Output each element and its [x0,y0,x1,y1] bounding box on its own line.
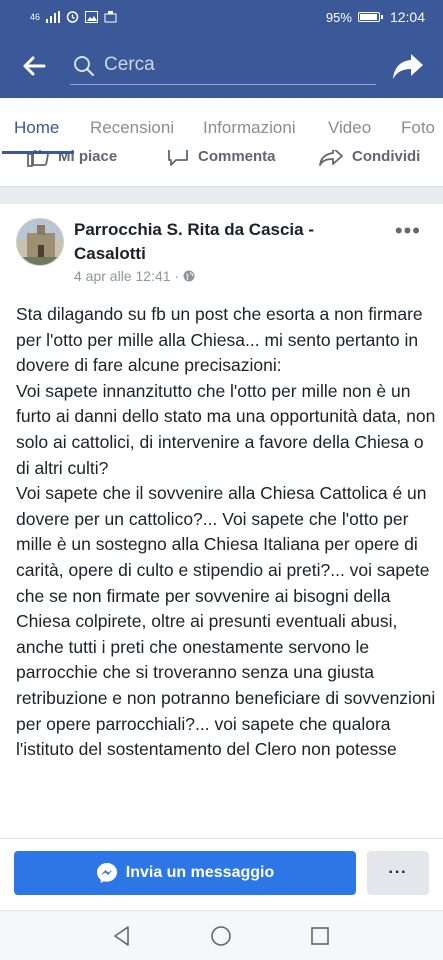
system-nav-bar [0,910,443,960]
messenger-icon [96,863,117,883]
post-date[interactable]: 4 apr alle 12:41 [74,268,171,284]
post-card: Parrocchia S. Rita da Cascia - Casalotti… [0,204,443,844]
usb-icon [104,10,117,22]
nav-home-icon[interactable] [209,924,233,948]
tab-info[interactable]: Informazioni [203,118,296,138]
page-tabs: Home Recensioni Informazioni Video Foto [0,98,443,154]
app-header: Cerca [0,34,443,98]
page-cta-bar: Invia un messaggio ··· [0,838,443,910]
search-input[interactable]: Cerca [104,54,155,76]
share-label: Condividi [352,150,421,165]
back-arrow-icon[interactable] [20,52,48,80]
more-options-button[interactable]: ··· [367,851,429,895]
battery-percent: 95% [325,9,352,25]
status-bar: 46 95% 12:04 [0,0,443,34]
comment-button[interactable]: Commenta [166,150,276,168]
post-options-icon[interactable]: ••• [395,218,421,244]
post-body: Sta dilagando su fb un post che esorta a… [16,304,436,760]
active-tab-indicator [2,151,74,154]
search-underline [70,84,376,85]
share-button[interactable]: Condividi [318,150,420,168]
facebook-page-screen: 46 95% 12:04 Cerca Home Recensioni Infor… [0,0,443,960]
clock: 12:04 [389,9,425,25]
post-author[interactable]: Parrocchia S. Rita da Cascia - Casalotti [74,218,374,266]
tab-video[interactable]: Video [328,118,371,138]
battery-icon [357,12,383,22]
send-message-button[interactable]: Invia un messaggio [14,851,356,895]
search-icon[interactable] [72,54,96,78]
share-arrow-icon [319,150,343,166]
feed-separator [0,186,443,204]
share-icon[interactable] [391,50,425,82]
tab-home[interactable]: Home [14,118,59,138]
signal-icon [46,10,61,23]
globe-icon [183,270,195,282]
comment-icon [168,150,188,166]
status-icons-right: 95% 12:04 [326,9,425,25]
status-icons-left: 46 [30,10,117,23]
post-meta: 4 apr alle 12:41 · [74,268,195,284]
meta-separator: · [174,268,180,284]
signal-text: 46 [30,11,41,22]
comment-label: Commenta [198,150,276,165]
nav-back-icon[interactable] [110,924,134,948]
nav-recents-icon[interactable] [308,924,332,948]
gallery-icon [85,10,99,23]
tab-reviews[interactable]: Recensioni [90,118,174,138]
church-photo-icon [17,219,63,265]
send-message-label: Invia un messaggio [125,864,275,881]
previous-post-actions: Mi piace Commenta Condividi [0,150,443,180]
page-avatar[interactable] [16,218,64,266]
alarm-icon [66,11,79,23]
tab-photos[interactable]: Foto [401,118,435,138]
